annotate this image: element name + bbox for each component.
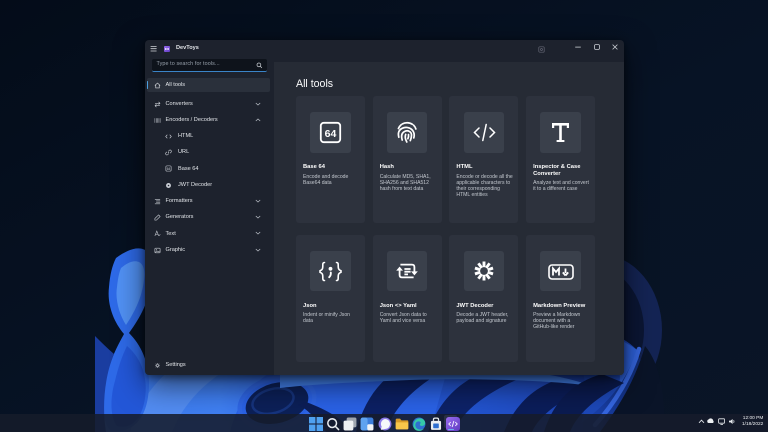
- svg-text:64: 64: [166, 167, 170, 171]
- svg-text:64: 64: [324, 128, 336, 140]
